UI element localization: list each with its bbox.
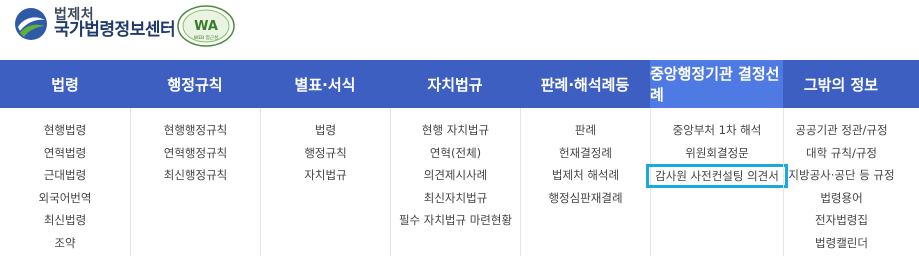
mega-menu-panel: 현행법령 연혁법령 근대법령 외국어번역 최신법령 조약 현행행정규칙 연혁행정규칙 최신행정규… bbox=[0, 108, 919, 256]
submenu-item[interactable]: 현행행정규칙 bbox=[164, 119, 227, 142]
submenu-item[interactable]: 최신자치법규 bbox=[424, 187, 487, 210]
nav-tab-forms[interactable]: 별표·서식 bbox=[260, 60, 390, 108]
logo-emblem-icon bbox=[15, 8, 47, 40]
main-nav: 법령 행정규칙 별표·서식 자치법규 판례·해석례등 중앙행정기관 결정선례 그밖의 정보 bbox=[0, 60, 919, 108]
submenu-item[interactable]: 판례 bbox=[575, 119, 596, 142]
submenu-item[interactable]: 위원회결정문 bbox=[685, 142, 748, 165]
submenu-item[interactable]: 의견제시사례 bbox=[424, 164, 487, 187]
nav-tab-other-info[interactable]: 그밖의 정보 bbox=[783, 60, 899, 108]
submenu-column-law: 현행법령 연혁법령 근대법령 외국어번역 최신법령 조약 bbox=[0, 108, 130, 256]
nav-tab-admin-rules[interactable]: 행정규칙 bbox=[130, 60, 260, 108]
wa-badge-sub: WEB 접근성 bbox=[194, 34, 218, 41]
submenu-item[interactable]: 공공기관 정관/규정 bbox=[795, 119, 887, 142]
submenu-item[interactable]: 근대법령 bbox=[44, 164, 86, 187]
site-header: 법제처 국가법령정보센터 WA WEB 접근성 bbox=[0, 0, 919, 60]
submenu-item[interactable]: 필수 자치법규 마련현황 bbox=[399, 209, 512, 232]
submenu-item[interactable]: 행정심판재결례 bbox=[548, 187, 622, 210]
submenu-column-local-laws: 현행 자치법규 연혁(전체) 의견제시사례 최신자치법규 필수 자치법규 마련현황 bbox=[390, 108, 520, 256]
logo-site-name: 국가법령정보센터 bbox=[54, 20, 176, 41]
submenu-item[interactable]: 외국어번역 bbox=[39, 187, 92, 210]
submenu-item[interactable]: 자치법규 bbox=[304, 164, 346, 187]
submenu-column-other-info: 공공기관 정관/규정 대학 규칙/규정 지방공사·공단 등 규정 법령용어 전자법령집 법… bbox=[783, 108, 899, 256]
submenu-item[interactable]: 대학 규칙/규정 bbox=[806, 142, 877, 165]
site-logo[interactable]: 법제처 국가법령정보센터 bbox=[14, 7, 176, 41]
submenu-item[interactable]: 최신행정규칙 bbox=[164, 164, 227, 187]
nav-tab-local-laws[interactable]: 자치법규 bbox=[390, 60, 520, 108]
submenu-item[interactable]: 중앙부처 1차 해석 bbox=[673, 119, 762, 142]
wa-badge-label: WA bbox=[194, 19, 218, 34]
web-accessibility-badge-icon: WA WEB 접근성 bbox=[177, 5, 235, 47]
submenu-item[interactable]: 법령용어 bbox=[820, 187, 862, 210]
submenu-item[interactable]: 헌재결정례 bbox=[559, 142, 612, 165]
submenu-item[interactable]: 법령캘린더 bbox=[815, 232, 868, 255]
submenu-item[interactable]: 조약 bbox=[54, 232, 75, 255]
submenu-item[interactable]: 지방공사·공단 등 규정 bbox=[788, 164, 894, 187]
submenu-column-precedents: 판례 헌재결정례 법제처 해석례 행정심판재결례 bbox=[520, 108, 650, 256]
submenu-item[interactable]: 행정규칙 bbox=[304, 142, 346, 165]
submenu-item[interactable]: 법제처 해석례 bbox=[552, 164, 619, 187]
submenu-item[interactable]: 전자법령집 bbox=[815, 209, 868, 232]
nav-tab-precedents[interactable]: 판례·해석례등 bbox=[520, 60, 650, 108]
submenu-column-forms: 법령 행정규칙 자치법규 bbox=[260, 108, 390, 256]
submenu-column-central-agency: 중앙부처 1차 해석 위원회결정문 감사원 사전컨설팅 의견서 bbox=[646, 108, 788, 256]
submenu-item[interactable]: 법령 bbox=[315, 119, 336, 142]
submenu-item[interactable]: 현행 자치법규 bbox=[422, 119, 489, 142]
submenu-item[interactable]: 연혁(전체) bbox=[430, 142, 481, 165]
submenu-item[interactable]: 연혁법령 bbox=[44, 142, 86, 165]
submenu-item[interactable]: 연혁행정규칙 bbox=[164, 142, 227, 165]
nav-tab-law[interactable]: 법령 bbox=[0, 60, 130, 108]
submenu-item[interactable]: 감사원 사전컨설팅 의견서 bbox=[646, 164, 788, 188]
nav-tab-central-agency[interactable]: 중앙행정기관 결정선례 bbox=[650, 60, 783, 108]
submenu-column-admin-rules: 현행행정규칙 연혁행정규칙 최신행정규칙 bbox=[130, 108, 260, 256]
submenu-item[interactable]: 최신법령 bbox=[44, 209, 86, 232]
submenu-item[interactable]: 현행법령 bbox=[44, 119, 86, 142]
